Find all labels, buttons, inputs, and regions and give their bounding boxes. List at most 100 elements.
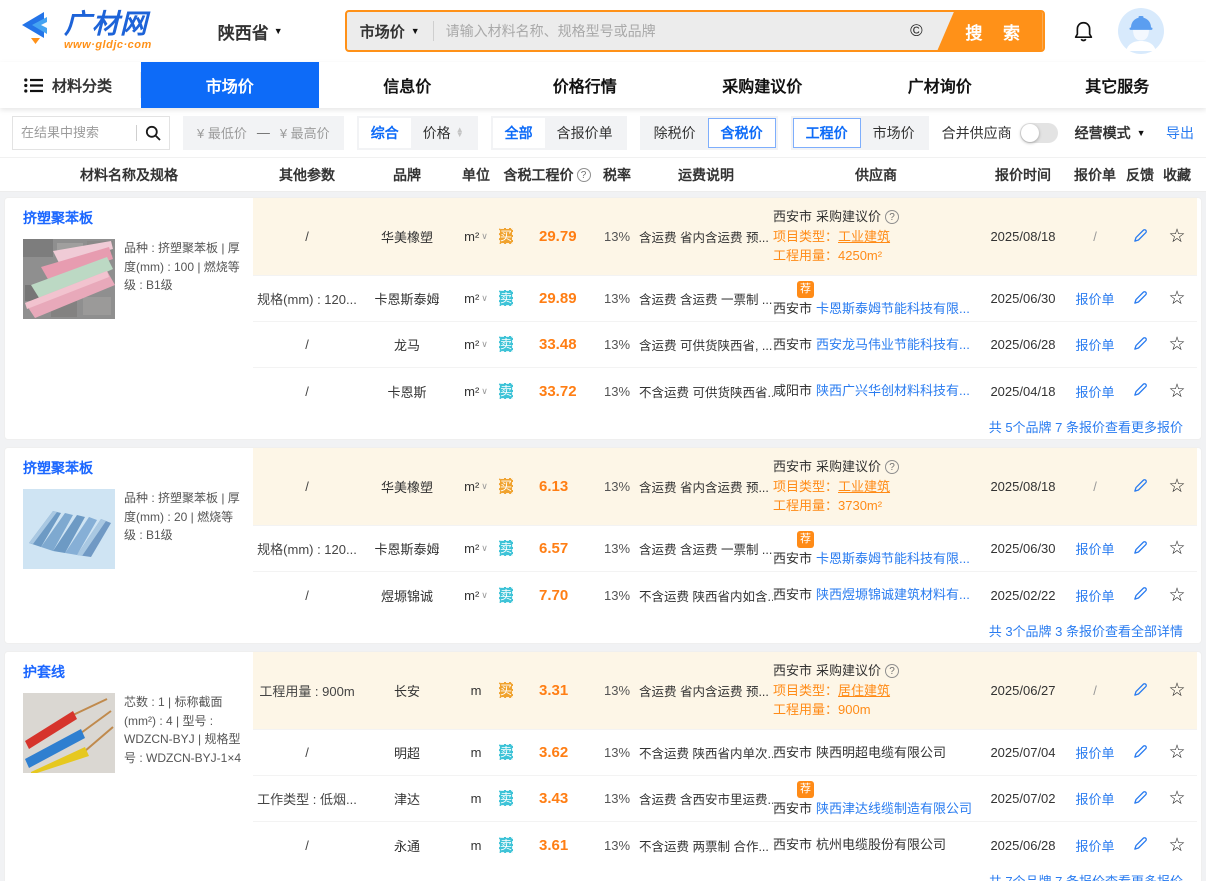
unit-dropdown[interactable]: m²∨ <box>453 588 499 603</box>
quote-date: 2025/08/18 <box>979 229 1067 244</box>
product-title-link[interactable]: 挤塑聚苯板 <box>23 208 247 228</box>
nav-tab[interactable]: 广材询价 <box>851 62 1029 108</box>
favorite-star-icon[interactable]: ☆ <box>1157 836 1197 855</box>
supplier-name[interactable]: 陕西煜塬锦诚建筑材料有... <box>816 585 970 605</box>
unit-dropdown[interactable]: m²∨ <box>453 479 499 494</box>
favorite-star-icon[interactable]: ☆ <box>1157 681 1197 700</box>
more-quotes-link[interactable]: 共 3个品牌 3 条报价查看全部详情 <box>253 618 1197 643</box>
search-input[interactable] <box>434 12 911 50</box>
merge-supplier-label: 合并供应商 <box>942 123 1012 143</box>
unit-dropdown[interactable]: m²∨ <box>453 384 499 399</box>
market-price-option[interactable]: 市场价 <box>861 118 927 148</box>
product-title-link[interactable]: 护套线 <box>23 662 247 682</box>
supplier-cell: 西安市采购建议价?项目类型：工业建筑工程用量：3730m² <box>773 457 979 516</box>
help-icon[interactable]: ? <box>885 210 899 224</box>
unit-dropdown[interactable]: m²∨ <box>453 229 499 244</box>
quote-sheet-link[interactable]: 报价单 <box>1075 589 1114 604</box>
sort-comprehensive[interactable]: 综合 <box>359 118 411 148</box>
unit-dropdown[interactable]: m²∨ <box>453 541 499 556</box>
image-search-icon[interactable]: © <box>910 21 923 41</box>
sort-price[interactable]: 价格 ▲▼ <box>411 118 476 148</box>
help-icon[interactable]: ? <box>885 664 899 678</box>
detail-value[interactable]: 居住建筑 <box>838 683 890 698</box>
region-selector[interactable]: 陕西省 ▼ <box>218 19 283 44</box>
quote-sheet-link[interactable]: 报价单 <box>1075 338 1114 353</box>
feedback-edit-icon[interactable] <box>1123 744 1157 762</box>
feedback-edit-icon[interactable] <box>1123 228 1157 246</box>
favorite-star-icon[interactable]: ☆ <box>1157 382 1197 401</box>
nav-tab[interactable]: 信息价 <box>319 62 497 108</box>
favorite-star-icon[interactable]: ☆ <box>1157 227 1197 246</box>
favorite-star-icon[interactable]: ☆ <box>1157 477 1197 496</box>
merge-supplier-switch[interactable] <box>1020 123 1058 143</box>
feedback-edit-icon[interactable] <box>1123 586 1157 604</box>
other-params: / <box>253 229 361 244</box>
supplier-name[interactable]: 西安龙马伟业节能科技有... <box>816 335 970 355</box>
search-button[interactable]: 搜 索 <box>937 10 1043 52</box>
feedback-edit-icon[interactable] <box>1123 540 1157 558</box>
supplier-city: 西安市 <box>773 299 812 319</box>
site-logo[interactable]: 广材网 www·gldjc·com <box>14 9 152 53</box>
quote-sheet-link[interactable]: 报价单 <box>1075 385 1114 400</box>
quote-all-option[interactable]: 全部 <box>493 118 545 148</box>
favorite-star-icon[interactable]: ☆ <box>1157 586 1197 605</box>
favorite-star-icon[interactable]: ☆ <box>1157 539 1197 558</box>
min-price-field[interactable]: ¥ 最低价 <box>197 123 247 142</box>
supplier-name[interactable]: 卡恩斯泰姆节能科技有限... <box>816 299 970 319</box>
product-image[interactable] <box>23 489 115 569</box>
supplier-name[interactable]: 陕西广兴华创材料科技有... <box>816 381 970 401</box>
feedback-edit-icon[interactable] <box>1123 290 1157 308</box>
quote-sheet-cell: 报价单 <box>1067 836 1123 855</box>
business-mode-dropdown[interactable]: 经营模式 ▼ <box>1075 123 1146 143</box>
feedback-edit-icon[interactable] <box>1123 790 1157 808</box>
product-image[interactable] <box>23 693 115 773</box>
quote-sheet-link[interactable]: 报价单 <box>1075 839 1114 854</box>
quote-sheet-link[interactable]: 报价单 <box>1075 746 1114 761</box>
feedback-edit-icon[interactable] <box>1123 336 1157 354</box>
search-icon[interactable] <box>137 125 169 141</box>
material-catalog-button[interactable]: 材料分类 <box>0 62 140 108</box>
nav-tab[interactable]: 其它服务 <box>1029 62 1206 108</box>
help-icon[interactable]: ? <box>885 460 899 474</box>
feedback-edit-icon[interactable] <box>1123 478 1157 496</box>
quote-with-sheet-option[interactable]: 含报价单 <box>545 118 625 148</box>
product-image[interactable] <box>23 239 115 319</box>
quote-sheet-link[interactable]: 报价单 <box>1075 542 1114 557</box>
more-quotes-link[interactable]: 共 5个品牌 7 条报价查看更多报价 <box>253 414 1197 439</box>
sell-badge: 卖 <box>499 790 513 806</box>
supplier-name[interactable]: 陕西津达线缆制造有限公司 <box>816 799 972 819</box>
favorite-star-icon[interactable]: ☆ <box>1157 289 1197 308</box>
notification-bell-icon[interactable] <box>1073 20 1094 43</box>
nav-tab[interactable]: 价格行情 <box>496 62 674 108</box>
supplier-cell: 西安市陕西煜塬锦诚建筑材料有... <box>773 585 979 605</box>
price-range-filter[interactable]: ¥ 最低价 — ¥ 最高价 <box>183 116 344 150</box>
tax-included-option[interactable]: 含税价 <box>708 118 776 148</box>
search-category-dropdown[interactable]: 市场价 ▼ <box>347 21 433 42</box>
quote-row: 规格(mm) : 120...卡恩斯泰姆m²∨卖6.5713%含运费 含运费 一… <box>253 526 1197 572</box>
detail-value[interactable]: 工业建筑 <box>838 479 890 494</box>
more-quotes-link[interactable]: 共 7个品牌 7 条报价查看更多报价 <box>253 868 1197 881</box>
user-avatar[interactable] <box>1118 8 1164 54</box>
tax-excluded-option[interactable]: 除税价 <box>642 118 708 148</box>
quote-sheet-link[interactable]: 报价单 <box>1075 292 1114 307</box>
max-price-field[interactable]: ¥ 最高价 <box>280 123 330 142</box>
supplier-name[interactable]: 卡恩斯泰姆节能科技有限... <box>816 549 970 569</box>
unit-dropdown[interactable]: m²∨ <box>453 337 499 352</box>
favorite-star-icon[interactable]: ☆ <box>1157 743 1197 762</box>
nav-tab[interactable]: 采购建议价 <box>674 62 852 108</box>
trade-badge-cell: 买 <box>499 478 525 495</box>
product-title-link[interactable]: 挤塑聚苯板 <box>23 458 247 478</box>
favorite-star-icon[interactable]: ☆ <box>1157 789 1197 808</box>
help-icon[interactable]: ? <box>577 168 591 182</box>
results-search-input[interactable] <box>13 125 136 140</box>
favorite-star-icon[interactable]: ☆ <box>1157 335 1197 354</box>
feedback-edit-icon[interactable] <box>1123 836 1157 854</box>
unit-dropdown[interactable]: m²∨ <box>453 291 499 306</box>
feedback-edit-icon[interactable] <box>1123 682 1157 700</box>
export-link[interactable]: 导出 <box>1166 123 1194 143</box>
quote-sheet-link[interactable]: 报价单 <box>1075 792 1114 807</box>
detail-value[interactable]: 工业建筑 <box>838 229 890 244</box>
nav-tab[interactable]: 市场价 <box>141 62 319 108</box>
project-price-option[interactable]: 工程价 <box>793 118 861 148</box>
feedback-edit-icon[interactable] <box>1123 382 1157 400</box>
